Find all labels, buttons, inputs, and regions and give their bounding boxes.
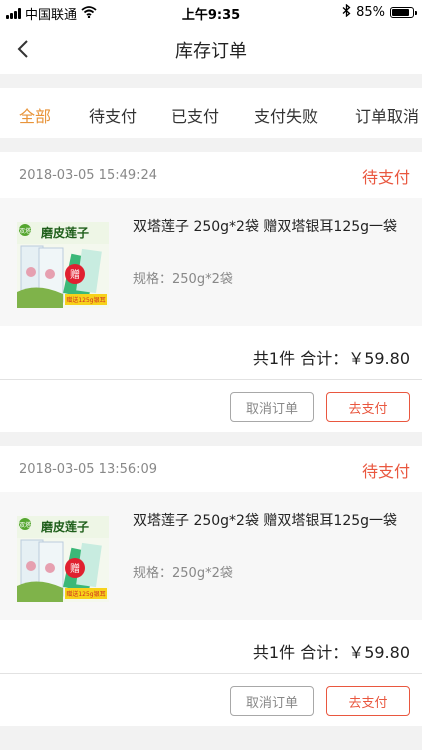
divider [0,673,422,674]
tab-all[interactable]: 全部 [19,103,51,127]
product-image: 双塔 磨皮莲子 赠 赠送125g银耳 [17,516,109,602]
battery-icon [390,7,417,18]
tab-bar: 全部 待支付 已支付 支付失败 订单取消 [0,88,422,138]
pay-button[interactable]: 去支付 [326,392,410,422]
product-spec: 规格：250g*2袋 [133,272,233,287]
svg-text:磨皮莲子: 磨皮莲子 [40,519,89,534]
order-date: 2018-03-05 13:56:09 [19,462,158,477]
bluetooth-icon [342,3,351,21]
tab-pending-payment[interactable]: 待支付 [89,103,137,127]
svg-text:赠: 赠 [70,268,80,281]
product-row[interactable]: 双塔 磨皮莲子 赠 赠送125g银耳 双塔莲子 250g*2袋 赠双塔银耳125… [0,492,422,620]
order-card[interactable]: 2018-03-05 13:56:09 待支付 双塔 磨皮莲子 赠 赠送125g… [0,446,422,726]
svg-text:磨皮莲子: 磨皮莲子 [40,225,89,240]
order-card[interactable]: 2018-03-05 15:49:24 待支付 双塔 磨皮莲子 赠 赠送125g… [0,152,422,432]
cancel-order-button[interactable]: 取消订单 [230,686,314,716]
order-status: 待支付 [361,462,410,481]
svg-text:双塔: 双塔 [19,227,31,235]
order-status: 待支付 [361,168,410,187]
battery-percent: 85% [356,5,385,20]
svg-text:双塔: 双塔 [19,521,31,529]
svg-text:赠: 赠 [70,562,80,575]
order-date: 2018-03-05 15:49:24 [19,168,158,183]
cancel-order-button[interactable]: 取消订单 [230,392,314,422]
product-name: 双塔莲子 250g*2袋 赠双塔银耳125g一袋 [133,219,398,235]
svg-text:赠送125g银耳: 赠送125g银耳 [66,590,105,598]
nav-bar: 库存订单 [0,24,422,74]
svg-text:赠送125g银耳: 赠送125g银耳 [66,296,105,304]
product-row[interactable]: 双塔 磨皮莲子 赠 赠送125g银耳 双塔莲子 250g*2袋 赠双塔银耳125… [0,198,422,326]
order-total: 共1件 合计：￥59.80 [252,643,410,662]
tab-paid[interactable]: 已支付 [171,103,219,127]
product-spec: 规格：250g*2袋 [133,566,233,581]
section-gap [0,138,422,152]
page-title: 库存订单 [175,41,247,62]
tab-order-cancelled[interactable]: 订单取消 [355,103,419,127]
section-gap [0,726,422,750]
pay-button[interactable]: 去支付 [326,686,410,716]
section-gap [0,74,422,88]
order-total: 共1件 合计：￥59.80 [252,349,410,368]
section-gap [0,432,422,446]
status-bar: 中国联通 上午9:35 85% [0,0,422,24]
product-image: 双塔 磨皮莲子 赠 赠送125g银耳 [17,222,109,308]
divider [0,379,422,380]
product-name: 双塔莲子 250g*2袋 赠双塔银耳125g一袋 [133,513,398,529]
tab-payment-failed[interactable]: 支付失败 [254,103,318,127]
